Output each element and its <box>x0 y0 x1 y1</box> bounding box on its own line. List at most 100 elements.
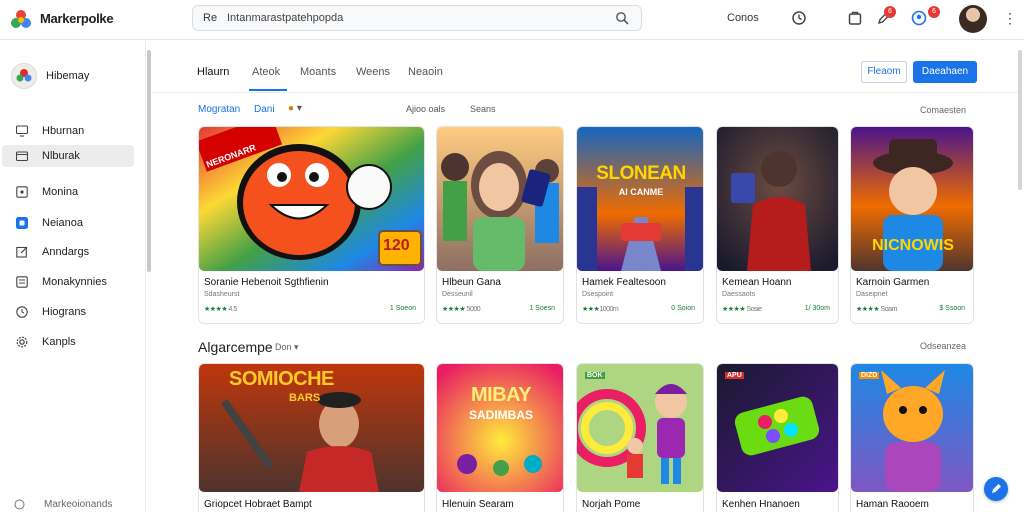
sidebar-item-monakynnies[interactable]: Monakynnies <box>2 271 134 293</box>
game-card[interactable]: Kemean Hoann Daessaots ★★★★ Sosie 1/ 30o… <box>716 126 839 324</box>
search-input[interactable]: Intanmarastpatehpopda <box>227 12 343 24</box>
card-title[interactable]: Karnoin Garmen <box>856 277 929 288</box>
sidebar-item-kanpls[interactable]: Kanpls <box>2 331 134 353</box>
top-bar: Markerpolke Re Intanmarastpatehpopda Con… <box>0 0 1024 40</box>
sidebar-scrollbar[interactable] <box>147 50 151 272</box>
filter-secondary[interactable]: Dani <box>254 104 275 115</box>
poster-subtitle: AI CANME <box>618 187 664 197</box>
game-card[interactable]: NICNOWIS Karnoin Garmen Daseipnet ★★★★ S… <box>850 126 974 324</box>
top-link[interactable]: Conos <box>727 12 759 24</box>
rating-value: Sosie <box>746 306 763 313</box>
card-title[interactable]: Soranie Hebenoit Sgthfienin <box>204 277 329 288</box>
card-title[interactable]: Hlenuin Searam <box>442 499 514 510</box>
tab-weens[interactable]: Weens <box>356 66 390 78</box>
card-price: $ Ssoon <box>939 305 965 312</box>
game-thumbnail[interactable]: SLONEAN AI CANME <box>577 127 703 271</box>
user-avatar[interactable] <box>959 5 987 33</box>
help-fab[interactable] <box>984 477 1008 501</box>
tab-moants[interactable]: Moants <box>300 66 336 78</box>
bag-icon[interactable] <box>846 9 864 27</box>
game-card[interactable]: SLONEAN AI CANME Hamek Fealtesoon Dsespo… <box>576 126 704 324</box>
sidebar-item-nlburak[interactable]: Nlburak <box>2 145 134 167</box>
sidebar-footer-label: Markeoionands <box>44 499 113 510</box>
game-card[interactable]: MIBAY SADIMBAS Hlenuin Searam <box>436 363 564 512</box>
card-price: 0 Soion <box>671 305 695 312</box>
rating-stars: ★★★★ Sosie <box>722 306 763 313</box>
card-title[interactable]: Haman Raooem <box>856 499 929 510</box>
sidebar-item-anndargs[interactable]: Anndargs <box>2 241 134 263</box>
profile-name[interactable]: Hibemay <box>46 70 89 82</box>
card-price: 1 Soeon <box>389 305 416 312</box>
sidebar-item-hburnan[interactable]: Hburnan <box>2 120 134 142</box>
card-title[interactable]: Kenhen Hnanoen <box>722 499 800 510</box>
clock-icon[interactable] <box>790 9 808 27</box>
card-title[interactable]: Griopcet Hobraet Bampt <box>204 499 312 510</box>
card-tag: DIZD <box>859 372 880 379</box>
tab-active-indicator <box>249 89 287 91</box>
filter-primary[interactable]: Mogratan <box>198 104 240 115</box>
see-all-link[interactable]: Odseanzea <box>920 341 966 351</box>
primary-button[interactable]: Daeahaen <box>913 61 977 83</box>
section-title: Algarcempe <box>198 339 273 355</box>
main-scrollbar[interactable] <box>1018 50 1022 190</box>
game-thumbnail[interactable]: SOMIOCHE BARS <box>199 364 424 492</box>
game-thumbnail[interactable]: DIZD <box>851 364 973 492</box>
sidebar-item-label: Hiograns <box>42 306 87 318</box>
game-card[interactable]: SOMIOCHE BARS Griopcet Hobraet Bampt <box>198 363 425 512</box>
score-badge: 120 <box>383 237 410 254</box>
sidebar-item-label: Monakynnies <box>42 276 107 288</box>
sidebar-item-monina[interactable]: Monina <box>2 181 134 203</box>
profile-avatar[interactable] <box>11 63 37 89</box>
game-card[interactable]: NERONARR 120 Soranie Hebenoit Sgthfienin… <box>198 126 425 324</box>
rating-stars: ★★★★ 4.5 <box>204 306 238 313</box>
search-icon[interactable] <box>615 11 629 25</box>
filter-item-2[interactable]: Seans <box>470 104 496 114</box>
app-logo-icon[interactable] <box>10 8 32 30</box>
game-thumbnail[interactable]: BOK <box>577 364 703 492</box>
gear-icon <box>16 336 28 348</box>
sidebar-footer[interactable]: Markeoionands <box>14 499 113 510</box>
sidebar-item-neianoa[interactable]: Neianoa <box>2 212 134 234</box>
circle-icon <box>14 499 25 510</box>
filter-dropdown-icon[interactable]: ● ▾ <box>288 103 302 114</box>
sidebar-item-label: Nlburak <box>42 150 80 162</box>
game-card[interactable]: BOK Norjah Pome <box>576 363 704 512</box>
compose-icon <box>992 484 1001 493</box>
card-subtitle: Daessaots <box>722 291 756 298</box>
sidebar-item-hiograns[interactable]: Hiograns <box>2 301 134 323</box>
game-thumbnail[interactable]: MIBAY SADIMBAS <box>437 364 563 492</box>
filter-item-1[interactable]: Ajioo oals <box>406 104 445 114</box>
tab-hlaurn[interactable]: Hlaurn <box>197 66 229 78</box>
poster-title: MIBAY <box>470 384 532 406</box>
sidebar-item-label: Hburnan <box>42 125 85 137</box>
card-title[interactable]: Hlbeun Gana <box>442 277 501 288</box>
card-title[interactable]: Norjah Pome <box>582 499 640 510</box>
more-menu-icon[interactable]: ⋮ <box>1003 10 1017 27</box>
section-filter[interactable]: Don ▾ <box>275 342 299 353</box>
tab-ateok[interactable]: Ateok <box>252 66 280 78</box>
app-name[interactable]: Markerpolke <box>40 11 114 26</box>
account-icon[interactable] <box>910 9 928 27</box>
game-thumbnail[interactable]: APU <box>717 364 838 492</box>
rating-stars: ★★★★ Soam <box>856 306 898 313</box>
card-subtitle: Daseipnet <box>856 291 888 298</box>
game-thumbnail[interactable] <box>437 127 563 271</box>
game-thumbnail[interactable]: NICNOWIS <box>851 127 973 271</box>
card-title[interactable]: Kemean Hoann <box>722 277 792 288</box>
card-price: 1/ 30om <box>804 305 830 312</box>
rating-value: 4.5 <box>228 306 238 313</box>
outline-button[interactable]: Fleaom <box>861 61 907 83</box>
rating-value: Soam <box>880 306 898 313</box>
see-all-link[interactable]: Comaesten <box>920 105 966 115</box>
game-card[interactable]: Hlbeun Gana Desseunil ★★★★ 5000 1 Soesn <box>436 126 564 324</box>
list-icon <box>16 276 28 288</box>
game-card[interactable]: APU Kenhen Hnanoen <box>716 363 839 512</box>
card-title[interactable]: Hamek Fealtesoon <box>582 277 666 288</box>
search-bar[interactable]: Re Intanmarastpatehpopda <box>192 5 642 31</box>
game-thumbnail[interactable]: NERONARR 120 <box>199 127 424 271</box>
game-card[interactable]: DIZD Haman Raooem <box>850 363 974 512</box>
game-thumbnail[interactable] <box>717 127 838 271</box>
edit-icon <box>16 246 28 258</box>
monitor-icon <box>16 125 28 137</box>
tab-neaoin[interactable]: Neaoin <box>408 66 443 78</box>
